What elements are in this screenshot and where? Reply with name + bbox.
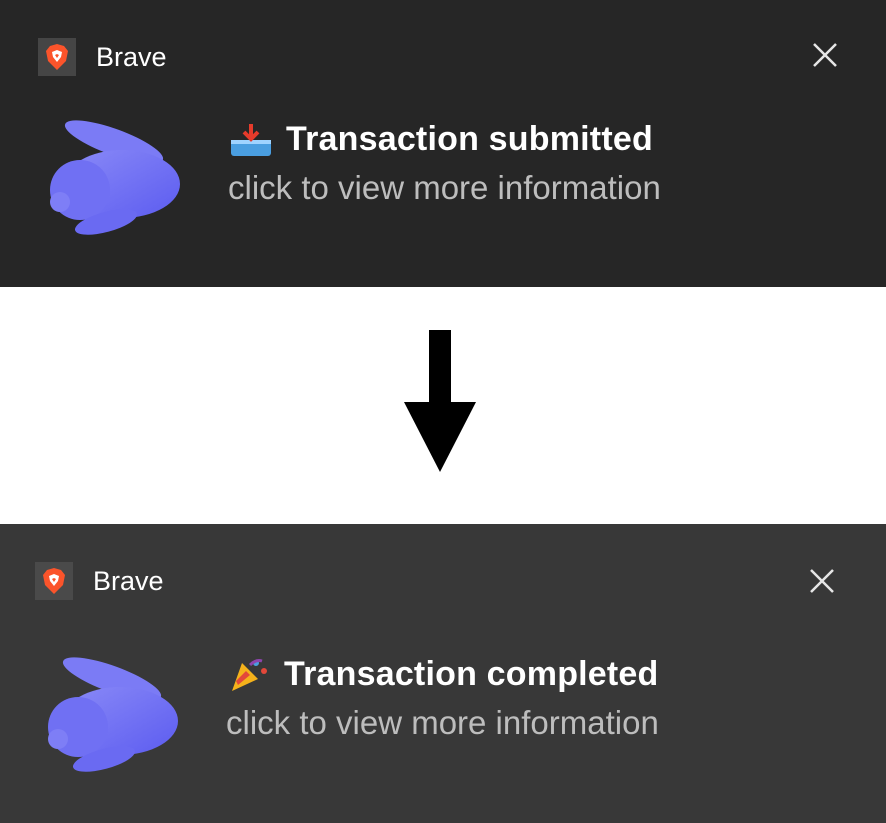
notification-title: Transaction completed (284, 655, 659, 693)
app-name: Brave (93, 565, 164, 596)
rabbit-icon (34, 649, 184, 779)
notification-message: click to view more information (228, 169, 661, 206)
notification-title: Transaction submitted (286, 120, 653, 158)
party-popper-icon (232, 658, 267, 691)
notification-content: Transaction submitted click to view more… (228, 120, 661, 207)
rabbit-icon (36, 112, 186, 242)
app-header: Brave (38, 38, 167, 76)
close-button[interactable] (807, 566, 837, 596)
close-button[interactable] (810, 40, 840, 70)
app-name: Brave (96, 41, 167, 72)
notification-message: click to view more information (226, 704, 659, 741)
inbox-tray-icon (231, 123, 271, 156)
brave-lion-icon (35, 562, 73, 600)
notification-content: Transaction completed click to view more… (226, 655, 659, 742)
down-arrow-icon (404, 330, 476, 472)
brave-lion-icon (38, 38, 76, 76)
app-header: Brave (35, 562, 164, 600)
notification-transaction-submitted[interactable]: Brave Transaction submitted click to vie… (0, 0, 886, 287)
close-icon (813, 43, 837, 67)
close-icon (810, 569, 834, 593)
notification-transaction-completed[interactable]: Brave Transaction completed click to vie… (0, 524, 886, 823)
